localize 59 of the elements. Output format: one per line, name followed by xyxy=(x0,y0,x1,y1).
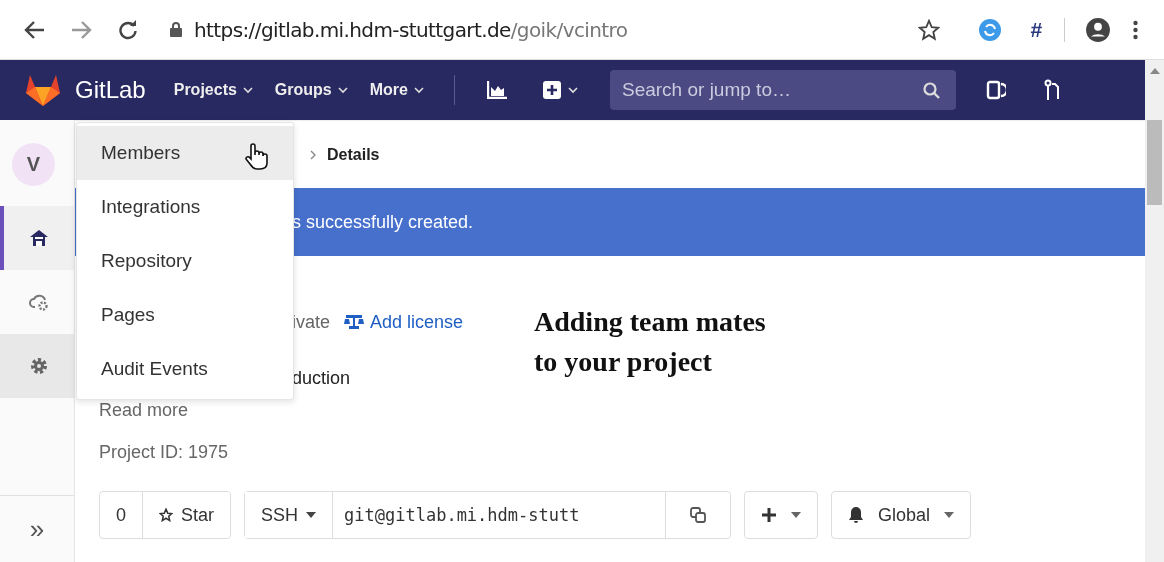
menu-item[interactable]: Integrations xyxy=(77,180,293,234)
scale-icon xyxy=(344,314,365,330)
star-icon[interactable] xyxy=(918,18,941,41)
caret-icon xyxy=(306,512,317,518)
search-field[interactable]: Search or jump to… xyxy=(610,70,956,110)
notification-dropdown[interactable]: Global xyxy=(831,491,972,539)
plus-icon xyxy=(543,81,561,99)
hand-cursor-icon xyxy=(243,143,269,171)
cloud-gear-icon xyxy=(29,293,49,311)
caret-icon xyxy=(791,512,802,518)
caret-icon xyxy=(568,86,578,94)
fox-logo-icon[interactable] xyxy=(25,73,61,107)
caret-icon xyxy=(414,86,424,94)
menu-item[interactable]: Repository xyxy=(77,234,293,288)
sidebar-item[interactable] xyxy=(0,206,74,270)
chevron-icon xyxy=(310,149,317,160)
address-bar[interactable]: https://gitlab.mi.hdm-stuttgart.de/goik/vcintro xyxy=(194,17,628,42)
scrollbar-thumb[interactable] xyxy=(1147,120,1162,205)
nav-menu[interactable]: More xyxy=(369,81,424,99)
read-more-link[interactable]: Read more xyxy=(99,399,189,421)
settings-icon xyxy=(29,356,49,376)
nav-menu[interactable]: Groups xyxy=(274,81,348,99)
search-icon[interactable] xyxy=(923,82,940,99)
menu-item[interactable]: Pages xyxy=(77,288,293,342)
scrollbar[interactable] xyxy=(1145,60,1164,562)
project-id: Project ID: 1975 xyxy=(99,441,229,463)
bell-icon xyxy=(848,506,865,524)
copy-icon xyxy=(690,507,707,523)
merge-request-icon[interactable] xyxy=(1044,79,1062,101)
home-icon xyxy=(29,229,49,247)
menu-item[interactable]: Audit Events xyxy=(77,342,293,396)
clone-url-field[interactable]: git@gitlab.mi.hdm-stutt xyxy=(332,492,667,538)
back-icon[interactable] xyxy=(24,19,46,40)
account-icon[interactable] xyxy=(1085,16,1111,43)
sync-extension-icon[interactable] xyxy=(978,17,1003,42)
reload-icon[interactable] xyxy=(118,19,138,40)
nav-menu[interactable]: Projects xyxy=(173,81,253,99)
chart-icon[interactable] xyxy=(487,81,507,99)
caret-icon xyxy=(944,512,955,518)
add-license-link[interactable]: Add license xyxy=(344,311,464,333)
project-description: duction xyxy=(292,367,351,389)
annotation-text: Adding team mates to your project xyxy=(534,305,766,379)
lock-icon xyxy=(170,22,182,37)
forward-icon[interactable] xyxy=(70,19,92,40)
scroll-up-icon[interactable] xyxy=(1149,67,1160,74)
issues-icon[interactable] xyxy=(986,80,1006,100)
extension-button[interactable]: # xyxy=(1030,17,1042,42)
menu-icon[interactable] xyxy=(1133,19,1138,40)
plus-icon xyxy=(761,507,778,523)
project-avatar[interactable]: V xyxy=(12,143,55,186)
brand-name[interactable]: GitLab xyxy=(75,76,146,104)
caret-icon xyxy=(337,86,348,94)
menu-item[interactable]: Members xyxy=(77,126,293,180)
breadcrumb-current[interactable]: Details xyxy=(327,145,380,164)
caret-icon xyxy=(242,86,253,94)
clone-url-group[interactable]: SSH git@gitlab.mi.hdm-stutt xyxy=(244,491,732,539)
add-button[interactable] xyxy=(744,491,819,539)
new-item-button[interactable] xyxy=(543,81,578,99)
star-icon xyxy=(159,508,173,522)
